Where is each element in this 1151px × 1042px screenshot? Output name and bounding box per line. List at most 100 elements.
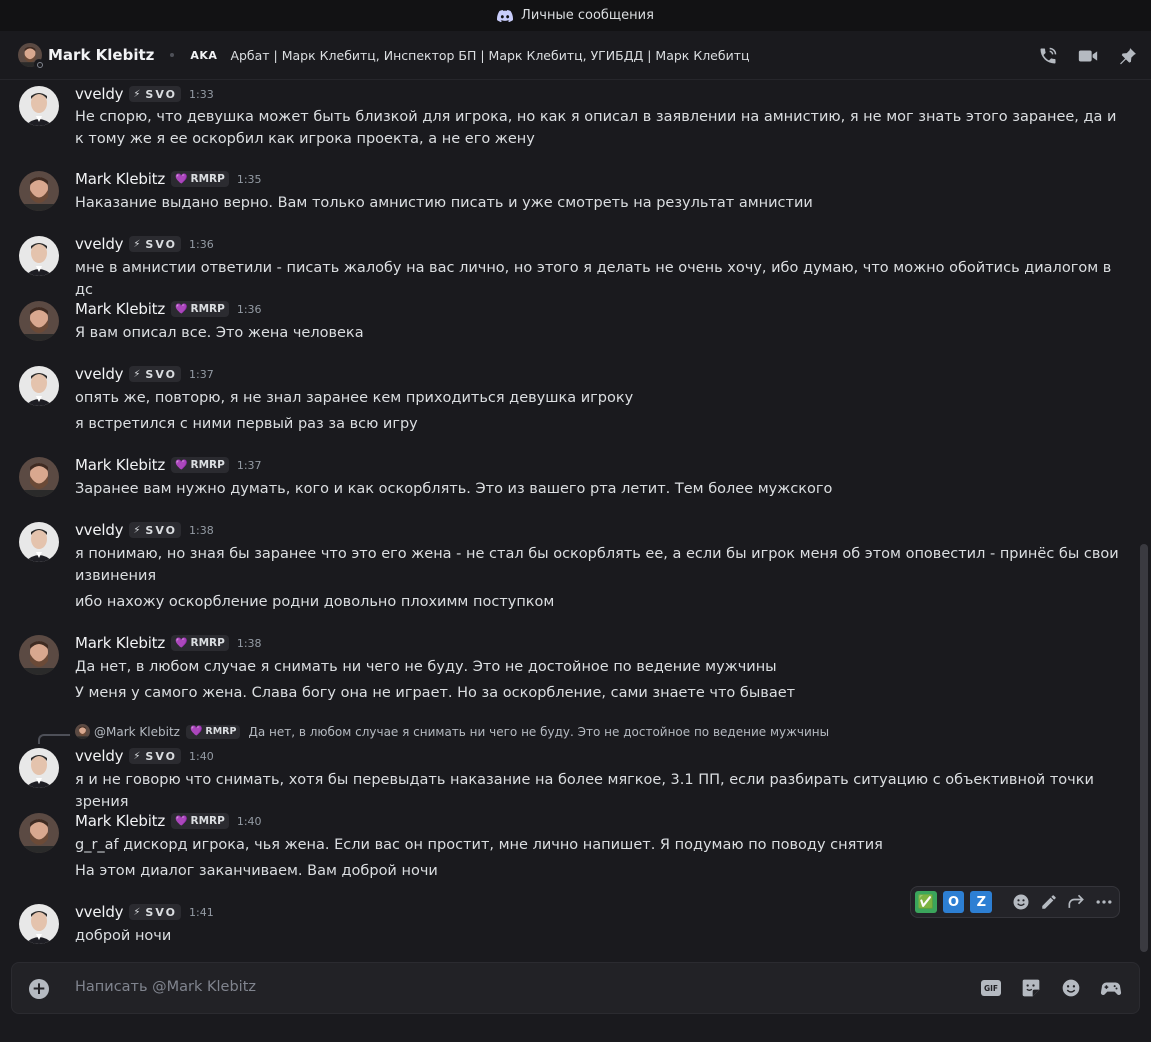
reply-author: @Mark Klebitz	[94, 724, 180, 739]
scrollbar-thumb[interactable]	[1140, 544, 1148, 952]
emoji-icon[interactable]	[1059, 976, 1083, 1000]
heart-icon: 💜	[175, 815, 188, 827]
username[interactable]: Mark Klebitz	[75, 812, 165, 830]
message-text: На этом диалог заканчиваем. Вам доброй н…	[75, 863, 438, 879]
lightning-icon: ⚡	[133, 906, 143, 918]
avatar[interactable]	[19, 457, 59, 497]
username[interactable]: vveldy	[75, 235, 124, 253]
timestamp[interactable]: 1:40	[189, 750, 214, 763]
reaction-z-button[interactable]: Z	[970, 891, 993, 913]
timestamp[interactable]: 1:37	[237, 459, 262, 472]
role-tag[interactable]: 💜 RMRP	[171, 301, 229, 317]
role-tag[interactable]: ⚡ SVO	[129, 748, 181, 764]
username[interactable]: vveldy	[75, 903, 124, 921]
tag-text: RMRP	[190, 459, 225, 471]
tag-text: RMRP	[190, 303, 225, 315]
sticker-icon[interactable]	[1019, 976, 1043, 1000]
username[interactable]: Mark Klebitz	[75, 300, 165, 318]
attach-plus-icon[interactable]: +	[29, 979, 49, 999]
phone-call-icon[interactable]	[1037, 45, 1059, 67]
video-call-icon[interactable]	[1077, 45, 1099, 67]
timestamp[interactable]: 1:41	[189, 906, 214, 919]
add-reaction-icon[interactable]	[1010, 891, 1032, 913]
lightning-icon: ⚡	[133, 368, 143, 380]
avatar[interactable]	[19, 904, 59, 944]
role-tag[interactable]: 💜 RMRP	[171, 813, 229, 829]
username[interactable]: Mark Klebitz	[75, 456, 165, 474]
more-icon[interactable]	[1093, 891, 1115, 913]
timestamp[interactable]: 1:38	[189, 524, 214, 537]
header-username[interactable]: Mark Klebitz	[48, 46, 154, 64]
message-header: vveldy ⚡ SVO 1:33	[75, 84, 214, 104]
role-tag[interactable]: ⚡ SVO	[129, 904, 181, 920]
avatar[interactable]	[19, 635, 59, 675]
username[interactable]: vveldy	[75, 365, 124, 383]
tag-text: RMRP	[190, 815, 225, 827]
edit-icon[interactable]	[1038, 891, 1060, 913]
username[interactable]: vveldy	[75, 521, 124, 539]
timestamp[interactable]: 1:35	[237, 173, 262, 186]
message-text: У меня у самого жена. Слава богу она не …	[75, 685, 796, 701]
timestamp[interactable]: 1:38	[237, 637, 262, 650]
message-list[interactable]: vveldy ⚡ SVO 1:33 Не спорю, что девушка може…	[0, 80, 1138, 960]
tag-text: SVO	[145, 367, 177, 381]
dm-header: Mark Klebitz AKA Арбат | Марк Клебитц, И…	[0, 31, 1151, 80]
avatar[interactable]	[19, 236, 59, 276]
header-avatar[interactable]	[18, 43, 44, 69]
pin-icon[interactable]	[1117, 45, 1139, 67]
role-tag[interactable]: ⚡ SVO	[129, 236, 181, 252]
message-header: Mark Klebitz 💜 RMRP 1:40	[75, 811, 262, 831]
reaction-o-button[interactable]: O	[942, 891, 965, 913]
reply-text: Да нет, в любом случае я снимать ни чего…	[248, 724, 830, 739]
forward-icon[interactable]	[1066, 891, 1088, 913]
reply-preview[interactable]: @Mark Klebitz 💜 RMRP Да нет, в любом случае…	[75, 724, 829, 739]
message-text: Не спорю, что девушка может быть близкой…	[75, 109, 1117, 147]
role-tag[interactable]: 💜 RMRP	[185, 724, 241, 739]
message-input[interactable]: Написать @Mark Klebitz	[75, 979, 256, 995]
lightning-icon: ⚡	[133, 238, 143, 250]
timestamp[interactable]: 1:36	[237, 303, 262, 316]
lightning-icon: ⚡	[133, 524, 143, 536]
timestamp[interactable]: 1:36	[189, 238, 214, 251]
message-text: я понимаю, но зная бы заранее что это ег…	[75, 546, 1119, 584]
username[interactable]: Mark Klebitz	[75, 170, 165, 188]
role-tag[interactable]: 💜 RMRP	[171, 171, 229, 187]
scrollbar[interactable]	[1138, 80, 1151, 960]
tag-text: SVO	[145, 523, 177, 537]
avatar[interactable]	[19, 522, 59, 562]
lightning-icon: ⚡	[133, 88, 143, 100]
role-tag[interactable]: 💜 RMRP	[171, 457, 229, 473]
avatar[interactable]	[19, 366, 59, 406]
avatar[interactable]	[19, 813, 59, 853]
role-tag[interactable]: 💜 RMRP	[171, 635, 229, 651]
avatar[interactable]	[19, 748, 59, 788]
username[interactable]: vveldy	[75, 85, 124, 103]
reaction-check-button[interactable]: ✅	[915, 891, 937, 913]
heart-icon: 💜	[175, 303, 188, 315]
heart-icon: 💜	[175, 173, 188, 185]
message-hover-toolbar: ✅ O Z	[910, 886, 1120, 918]
avatar[interactable]	[19, 171, 59, 211]
role-tag[interactable]: ⚡ SVO	[129, 366, 181, 382]
avatar[interactable]	[19, 86, 59, 126]
username[interactable]: vveldy	[75, 747, 124, 765]
avatar[interactable]	[19, 301, 59, 341]
message-header: vveldy ⚡ SVO 1:36	[75, 234, 214, 254]
timestamp[interactable]: 1:37	[189, 368, 214, 381]
role-tag[interactable]: ⚡ SVO	[129, 86, 181, 102]
heart-icon: 💜	[175, 637, 188, 649]
aka-names: Арбат | Марк Клебитц, Инспектор БП | Мар…	[230, 47, 750, 63]
username[interactable]: Mark Klebitz	[75, 634, 165, 652]
aka-label: AKA	[190, 48, 218, 62]
message-composer[interactable]: + Написать @Mark Klebitz GIF	[11, 962, 1140, 1014]
timestamp[interactable]: 1:40	[237, 815, 262, 828]
role-tag[interactable]: ⚡ SVO	[129, 522, 181, 538]
message-text: Да нет, в любом случае я снимать ни чего…	[75, 659, 777, 675]
heart-icon: 💜	[189, 726, 203, 737]
reply-avatar	[75, 724, 90, 739]
message-text: Заранее вам нужно думать, кого и как оск…	[75, 481, 833, 497]
tag-text: RMRP	[205, 726, 237, 737]
gif-icon[interactable]: GIF	[979, 976, 1003, 1000]
activity-icon[interactable]	[1099, 976, 1123, 1000]
timestamp[interactable]: 1:33	[189, 88, 214, 101]
